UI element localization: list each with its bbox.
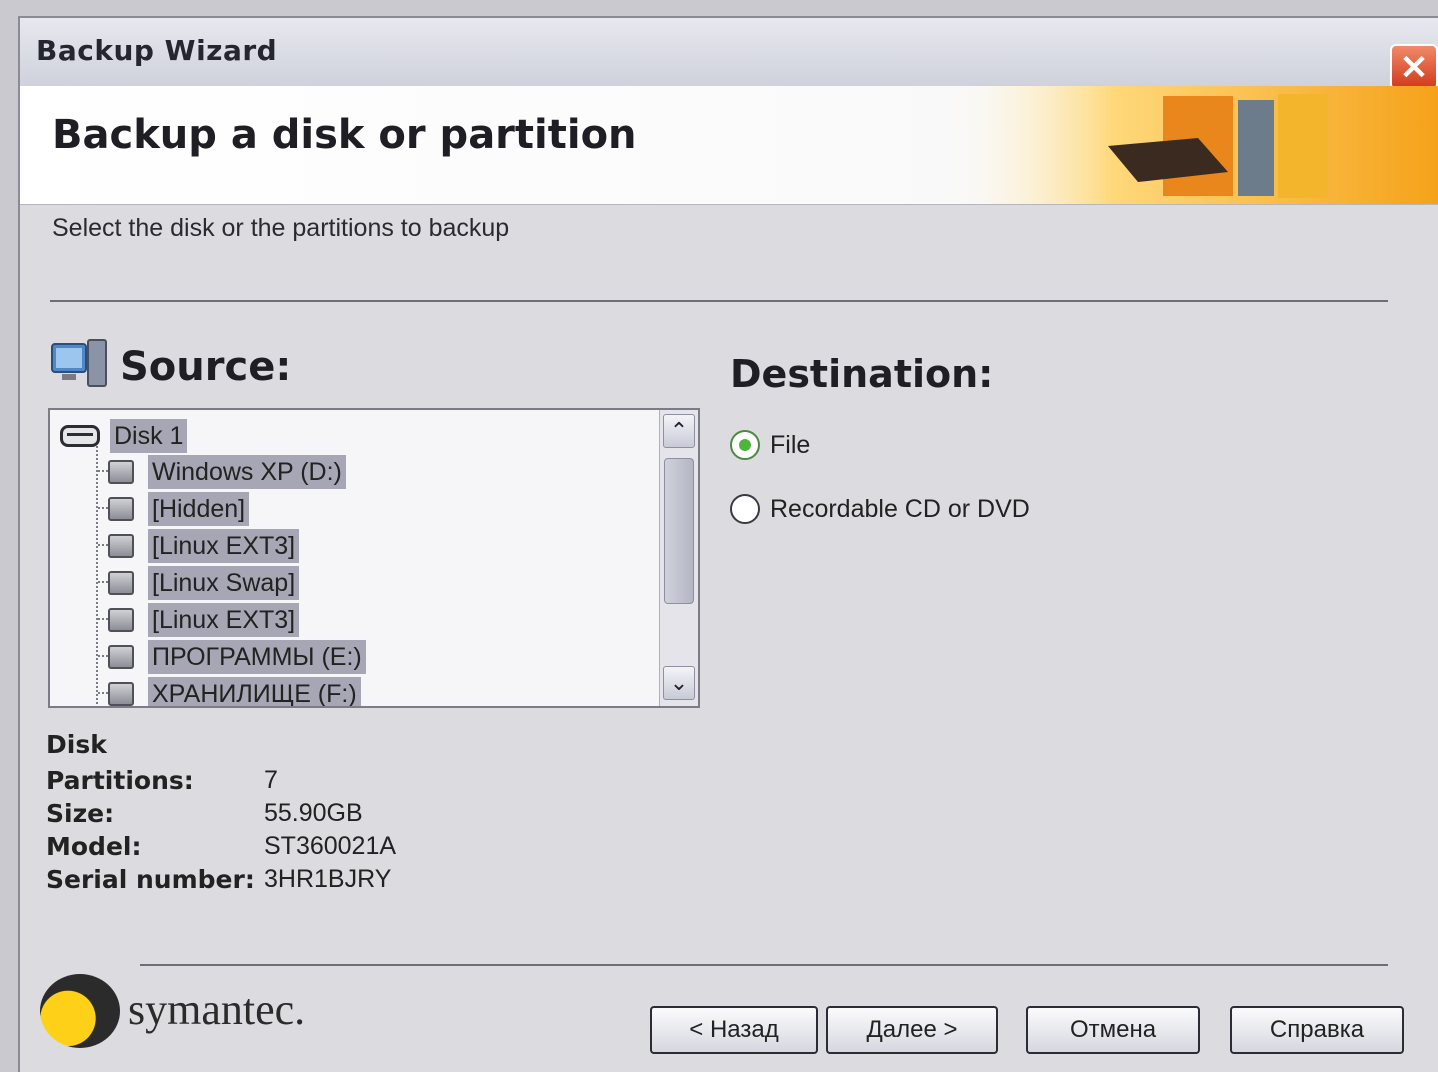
tree-partition-item[interactable]: ХРАНИЛИЩЕ (F:) [108, 676, 361, 706]
tree-disk-label: Disk 1 [110, 419, 188, 453]
scroll-thumb[interactable] [664, 458, 694, 604]
divider-bottom [140, 964, 1388, 966]
radio-file[interactable] [730, 430, 760, 460]
info-size: Size: 55.90GB [46, 799, 363, 829]
serial-key: Serial number: [46, 865, 255, 894]
header-banner-art [938, 86, 1438, 204]
destination-cd-dvd-option[interactable]: Recordable CD or DVD [730, 494, 1030, 524]
source-tree[interactable]: Disk 1 Windows XP (D:) [Hidden] [Linux E… [48, 408, 700, 708]
next-button[interactable]: Далее > [826, 1006, 998, 1054]
tree-partition-item[interactable]: ПРОГРАММЫ (E:) [108, 639, 366, 675]
partitions-value: 7 [264, 766, 278, 794]
info-model: Model: ST360021A [46, 832, 396, 862]
backup-wizard-window: Backup Wizard ✕ Backup a disk or partiti… [18, 16, 1438, 1072]
tree-scrollbar[interactable]: ⌃ ⌄ [659, 410, 698, 706]
tree-partition-label: ПРОГРАММЫ (E:) [148, 640, 366, 674]
radio-cd-dvd[interactable] [730, 494, 760, 524]
tree-partition-item[interactable]: [Hidden] [108, 491, 250, 527]
radio-file-label: File [770, 430, 811, 459]
tree-partition-item[interactable]: [Linux Swap] [108, 565, 300, 601]
disk-icon [60, 425, 100, 447]
destination-heading: Destination: [730, 352, 994, 396]
drive-icon [108, 497, 134, 521]
serial-value: 3HR1BJRY [264, 865, 392, 893]
tree-line [96, 446, 98, 704]
size-key: Size: [46, 799, 115, 828]
back-button[interactable]: < Назад [650, 1006, 818, 1054]
tree-partition-label: [Linux EXT3] [148, 603, 300, 637]
close-button[interactable]: ✕ [1390, 44, 1438, 90]
symantec-logo-icon [40, 974, 120, 1048]
drive-icon [108, 460, 134, 484]
info-serial: Serial number: 3HR1BJRY [46, 865, 391, 895]
tree-partition-label: Windows XP (D:) [148, 455, 346, 489]
tree-partition-item[interactable]: [Linux EXT3] [108, 602, 300, 638]
scroll-up-button[interactable]: ⌃ [663, 414, 695, 448]
scroll-down-button[interactable]: ⌄ [663, 666, 695, 700]
source-heading: Source: [120, 344, 292, 390]
model-key: Model: [46, 832, 142, 861]
disk-info-heading: Disk [46, 730, 107, 760]
tree-partition-item[interactable]: [Linux EXT3] [108, 528, 300, 564]
drive-icon [108, 571, 134, 595]
computer-icon [51, 339, 107, 387]
tree-disk-item[interactable]: Disk 1 [60, 418, 188, 454]
brand-name: symantec. [128, 985, 306, 1034]
drive-icon [108, 682, 134, 706]
wizard-header: Backup a disk or partition [20, 86, 1438, 205]
instruction-text: Select the disk or the partitions to bac… [52, 214, 510, 242]
tree-partition-label: [Linux Swap] [148, 566, 300, 600]
drive-icon [108, 608, 134, 632]
divider-top [50, 300, 1388, 302]
tree-partition-label: [Hidden] [148, 492, 250, 526]
partitions-key: Partitions: [46, 766, 194, 795]
window-title: Backup Wizard [36, 34, 278, 67]
info-partitions: Partitions: 7 [46, 766, 278, 796]
destination-file-option[interactable]: File [730, 430, 810, 460]
size-value: 55.90GB [264, 799, 363, 827]
model-value: ST360021A [264, 832, 397, 860]
tree-partition-item[interactable]: Windows XP (D:) [108, 454, 346, 490]
header-title: Backup a disk or partition [52, 112, 637, 158]
help-button[interactable]: Справка [1230, 1006, 1404, 1054]
cancel-button[interactable]: Отмена [1026, 1006, 1200, 1054]
tree-partition-label: ХРАНИЛИЩЕ (F:) [148, 677, 361, 706]
title-bar: Backup Wizard ✕ [20, 18, 1438, 90]
drive-icon [108, 645, 134, 669]
radio-cd-dvd-label: Recordable CD or DVD [770, 494, 1030, 523]
disk-heading: Disk [46, 730, 107, 759]
drive-icon [108, 534, 134, 558]
tree-partition-label: [Linux EXT3] [148, 529, 300, 563]
